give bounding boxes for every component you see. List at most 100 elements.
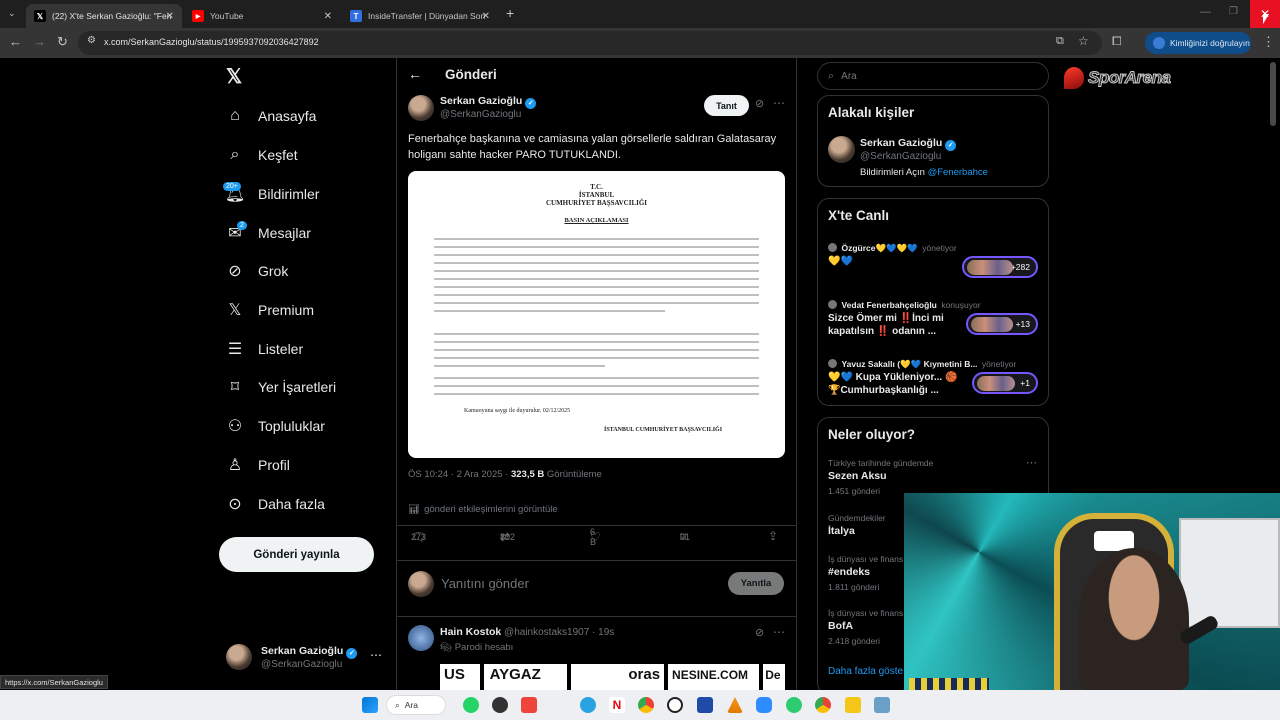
nav-more[interactable]: ⊙ Daha fazla	[224, 488, 325, 520]
trend-name[interactable]: BofA	[828, 620, 853, 632]
view-engagements-link[interactable]: 📊︎ gönderi etkileşimlerini görüntüle	[408, 504, 558, 515]
more-circle-icon: ⊙	[228, 496, 242, 513]
chrome-icon[interactable]	[815, 697, 831, 713]
nav-label: Profil	[258, 457, 290, 473]
trend-count: 2.418 gönderi	[828, 636, 880, 646]
anydesk-icon[interactable]	[521, 697, 537, 713]
tab-x-post[interactable]: 𝕏 (22) X'te Serkan Gazioğlu: "Fen ✕	[26, 4, 182, 28]
app-icon[interactable]	[874, 697, 890, 713]
netflix-icon[interactable]: N	[609, 697, 625, 713]
close-tab-icon[interactable]: ✕	[166, 11, 174, 22]
close-tab-icon[interactable]: ✕	[324, 11, 332, 22]
avatar[interactable]	[828, 136, 855, 163]
taskbar-search[interactable]: ⌕ Ara	[386, 695, 446, 715]
telegram-icon[interactable]	[580, 697, 596, 713]
author-name[interactable]: Serkan Gazioğlu ✓	[440, 95, 537, 109]
maximize-window-icon[interactable]: ❐	[1229, 6, 1238, 17]
tab-youtube[interactable]: ▶ YouTube ✕	[184, 4, 340, 28]
reply-submit-button[interactable]: Yanıtla	[728, 572, 784, 595]
close-tab-icon[interactable]: ✕	[482, 11, 490, 22]
app-icon[interactable]	[492, 697, 508, 713]
nav-grok[interactable]: ⊘ Grok	[224, 255, 288, 287]
more-dots-icon[interactable]: ⋯	[370, 648, 382, 662]
trend-name[interactable]: Sezen Aksu	[828, 470, 887, 482]
show-more-link[interactable]: Daha fazla göste	[828, 666, 903, 677]
nav-profile[interactable]: ♙ Profil	[224, 449, 290, 481]
insidetransfer-icon: T	[350, 10, 362, 22]
grok-icon[interactable]: ⊘	[755, 97, 764, 110]
site-settings-icon[interactable]: ⚙	[87, 35, 96, 46]
windows-start-icon[interactable]	[362, 697, 378, 713]
reload-icon[interactable]: ↻	[57, 34, 68, 50]
document-signature: İSTANBUL CUMHURİYET BAŞSAVCILIĞI	[604, 427, 723, 433]
more-dots-icon[interactable]: ⋯	[773, 625, 785, 639]
banner-panel: AYGAZ	[483, 664, 567, 690]
trend-count: 1.811 gönderi	[828, 582, 880, 592]
related-handle[interactable]: @SerkanGazioglu	[860, 151, 941, 162]
browser-toolbar: ← → ↻ ⚙ x.com/SerkanGazioglu/status/1995…	[0, 28, 1280, 58]
bookmark-star-icon[interactable]: ☆	[1078, 34, 1089, 48]
tab-list-chevron-icon[interactable]: ⌄	[8, 8, 16, 19]
reply-image-banner[interactable]: US AYGAZ oras NESINE.COM De	[440, 664, 785, 690]
document-text-line	[434, 310, 665, 312]
chatgpt-icon[interactable]	[667, 697, 683, 713]
zoom-icon[interactable]	[756, 697, 772, 713]
post-button[interactable]: Gönderi yayınla	[219, 537, 374, 572]
chrome-icon[interactable]	[638, 697, 654, 713]
document-text-line	[434, 341, 759, 343]
document-text-line	[434, 385, 759, 387]
nav-explore[interactable]: ⌕ Keşfet	[224, 139, 298, 171]
app-icon[interactable]	[845, 697, 861, 713]
nav-communities[interactable]: ⚇ Topluluklar	[224, 410, 325, 442]
listener-count-pill[interactable]: +282	[962, 256, 1038, 278]
cast-icon[interactable]: ⧉	[1056, 35, 1064, 48]
avatar[interactable]	[408, 95, 434, 121]
more-dots-icon[interactable]: ⋯	[1026, 456, 1037, 469]
trend-name[interactable]: #endeks	[828, 566, 870, 578]
nav-lists[interactable]: ☰ Listeler	[224, 333, 303, 365]
nav-home[interactable]: ⌂ Anasayfa	[224, 100, 316, 132]
app-icon[interactable]	[697, 697, 713, 713]
press-release-image[interactable]: T.C. İSTANBUL CUMHURİYET BAŞSAVCILIĞI BA…	[408, 171, 785, 458]
nav-bookmarks[interactable]: ⌑ Yer İşaretleri	[224, 371, 336, 403]
people-icon: ⚇	[227, 418, 243, 435]
extensions-icon[interactable]: ⧠	[1112, 34, 1122, 49]
page-scrollbar[interactable]	[1270, 62, 1276, 126]
author-handle[interactable]: @SerkanGazioglu	[440, 109, 521, 120]
listener-count-pill[interactable]: +13	[966, 313, 1038, 335]
vlc-icon[interactable]	[727, 697, 743, 713]
reply-author[interactable]: Hain Kostok @hainkostaks1907 · 19s	[440, 626, 614, 638]
back-arrow-icon[interactable]: ←	[9, 34, 22, 49]
grok-icon[interactable]: ⊘	[755, 626, 764, 639]
nav-premium[interactable]: 𝕏 Premium	[224, 294, 314, 326]
listener-avatars	[967, 260, 1013, 275]
new-tab-plus-icon[interactable]: +	[506, 5, 514, 21]
back-arrow-icon[interactable]: ←	[408, 66, 422, 82]
document-text-line	[434, 262, 759, 264]
address-bar[interactable]: ⚙ x.com/SerkanGazioglu/status/1995937092…	[78, 31, 1102, 55]
listener-count-pill[interactable]: +1	[972, 372, 1038, 394]
minimize-window-icon[interactable]: —	[1200, 6, 1211, 18]
reply-avatar[interactable]	[408, 625, 434, 651]
tab-insidetransfer[interactable]: T InsideTransfer | Dünyadan Son ✕	[342, 4, 498, 28]
mouse-cursor-icon	[1263, 14, 1269, 24]
verify-identity-button[interactable]: Kimliğinizi doğrulayın	[1145, 32, 1251, 54]
search-input[interactable]: ⌕ Ara	[817, 62, 1049, 90]
status-url-tooltip: https://x.com/SerkanGazioglu	[0, 675, 108, 689]
app-icon[interactable]	[786, 697, 802, 713]
x-logo-icon[interactable]: 𝕏	[226, 64, 242, 89]
forward-arrow-icon[interactable]: →	[33, 34, 46, 49]
promote-button[interactable]: Tanıt	[704, 95, 749, 116]
verified-badge-icon: ✓	[346, 648, 358, 659]
tab-title: (22) X'te Serkan Gazioğlu: "Fen	[52, 11, 172, 21]
more-dots-icon[interactable]: ⋯	[773, 96, 785, 110]
mention-link[interactable]: @Fenerbahce	[928, 167, 988, 178]
bookmark-icon: ⌑	[230, 379, 240, 396]
reply-input[interactable]: Yanıtını gönder	[441, 576, 529, 591]
related-name[interactable]: Serkan Gazioğlu ✓	[860, 137, 957, 151]
whatsapp-icon[interactable]	[463, 697, 479, 713]
browser-menu-icon[interactable]: ⋮	[1262, 34, 1275, 50]
account-switcher[interactable]: Serkan Gazioğlu ✓ @SerkanGazioglu ⋯	[224, 640, 386, 676]
trend-name[interactable]: İtalya	[828, 525, 855, 537]
divider	[397, 560, 797, 561]
